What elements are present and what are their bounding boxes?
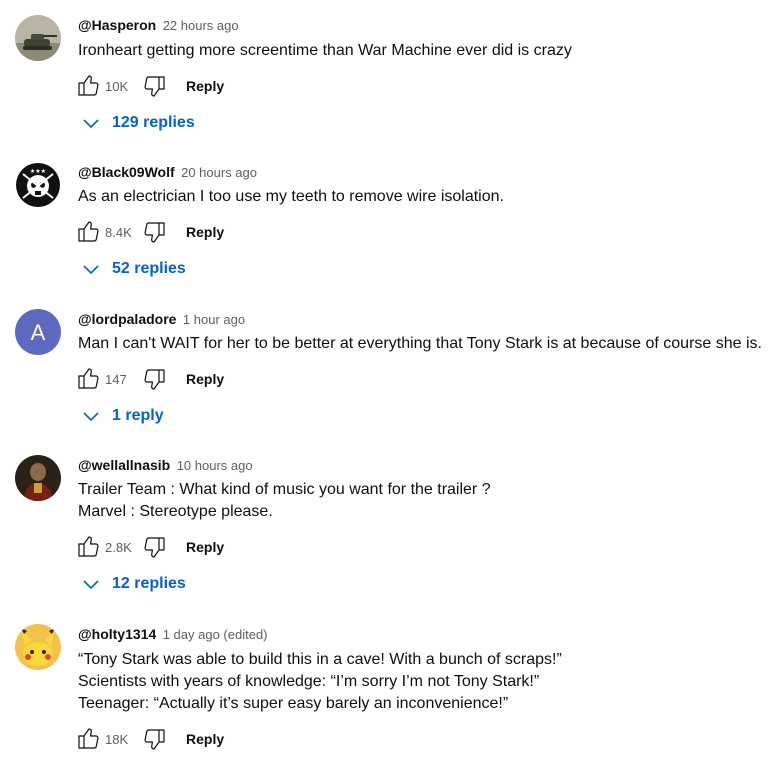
- like-count: 147: [105, 371, 127, 387]
- comment-timestamp[interactable]: 20 hours ago: [181, 165, 257, 180]
- comment-text: “Tony Stark was able to build this in a …: [78, 649, 562, 715]
- reply-button[interactable]: Reply: [186, 539, 224, 555]
- reply-button[interactable]: Reply: [186, 78, 224, 94]
- chevron-down-icon: [83, 119, 99, 129]
- like-icon[interactable]: [76, 220, 100, 244]
- comment-author[interactable]: @Black09Wolf: [78, 164, 175, 180]
- comment-author[interactable]: @wellallnasib: [78, 457, 170, 473]
- letter-avatar[interactable]: A: [15, 309, 61, 355]
- comment-text-line: Trailer Team : What kind of music you wa…: [78, 481, 491, 498]
- comment-timestamp[interactable]: 1 hour ago: [183, 312, 245, 327]
- comment-text: Ironheart getting more screentime than W…: [78, 40, 572, 62]
- comment-actions: 8.4K Reply: [76, 220, 224, 244]
- comment-text-line: Marvel : Stereotype please.: [78, 503, 273, 520]
- dislike-icon[interactable]: [143, 74, 167, 98]
- tank-avatar[interactable]: [15, 15, 61, 61]
- comment-author[interactable]: @holty1314: [78, 626, 156, 642]
- pikachu-avatar[interactable]: [15, 624, 61, 670]
- dislike-icon[interactable]: [143, 220, 167, 244]
- comment-text: As an electrician I too use my teeth to …: [78, 186, 504, 208]
- dislike-icon[interactable]: [143, 367, 167, 391]
- like-icon[interactable]: [76, 74, 100, 98]
- like-count: 8.4K: [105, 224, 132, 240]
- comment-actions: 147 Reply: [76, 367, 224, 391]
- replies-count-label: 12 replies: [112, 575, 186, 592]
- comment-timestamp[interactable]: 1 day ago (edited): [163, 627, 268, 642]
- view-replies-button[interactable]: 52 replies: [82, 260, 186, 278]
- like-icon[interactable]: [76, 727, 100, 751]
- like-icon[interactable]: [76, 535, 100, 559]
- comment-text-line: Man I can't WAIT for her to be better at…: [78, 335, 762, 352]
- comment-text-line: As an electrician I too use my teeth to …: [78, 188, 504, 205]
- comment-timestamp[interactable]: 22 hours ago: [163, 18, 239, 33]
- comment-author[interactable]: @lordpaladore: [78, 311, 176, 327]
- like-count: 2.8K: [105, 539, 132, 555]
- comment-actions: 2.8K Reply: [76, 535, 224, 559]
- reply-button[interactable]: Reply: [186, 224, 224, 240]
- like-count: 10K: [105, 78, 129, 94]
- view-replies-button[interactable]: 12 replies: [82, 575, 186, 593]
- replies-count-label: 129 replies: [112, 114, 195, 131]
- like-count: 18K: [105, 731, 129, 747]
- comment-text: Trailer Team : What kind of music you wa…: [78, 479, 491, 523]
- reply-button[interactable]: Reply: [186, 731, 224, 747]
- dislike-icon[interactable]: [143, 535, 167, 559]
- view-replies-button[interactable]: 1 reply: [82, 407, 164, 425]
- comment-timestamp[interactable]: 10 hours ago: [177, 458, 253, 473]
- comment-text-line: Teenager: “Actually it’s super easy bare…: [78, 695, 509, 712]
- chevron-down-icon: [83, 412, 99, 422]
- comment-author[interactable]: @Hasperon: [78, 17, 156, 33]
- chevron-down-icon: [83, 580, 99, 590]
- comment-text-line: Scientists with years of knowledge: “I’m…: [78, 673, 540, 690]
- comment-actions: 18K Reply: [76, 727, 224, 751]
- comment-text-line: Ironheart getting more screentime than W…: [78, 42, 572, 59]
- replies-count-label: 1 reply: [112, 407, 164, 424]
- comment-actions: 10K Reply: [76, 74, 224, 98]
- chevron-down-icon: [83, 265, 99, 275]
- skull-emblem-avatar[interactable]: ★★★: [15, 162, 61, 208]
- comment-text: Man I can't WAIT for her to be better at…: [78, 333, 762, 355]
- replies-count-label: 52 replies: [112, 260, 186, 277]
- reply-button[interactable]: Reply: [186, 371, 224, 387]
- character-avatar[interactable]: [15, 455, 61, 501]
- like-icon[interactable]: [76, 367, 100, 391]
- dislike-icon[interactable]: [143, 727, 167, 751]
- svg-text:★★★: ★★★: [30, 168, 46, 175]
- avatar-letter: A: [31, 320, 46, 345]
- comment-text-line: “Tony Stark was able to build this in a …: [78, 651, 562, 668]
- view-replies-button[interactable]: 129 replies: [82, 114, 195, 132]
